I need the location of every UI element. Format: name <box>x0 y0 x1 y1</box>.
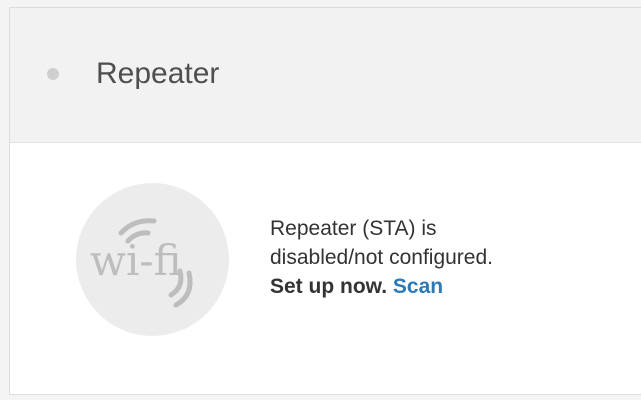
repeater-card: Repeater wi-fi Repeater (STA) is disable… <box>9 7 641 395</box>
status-dot-icon <box>47 68 59 80</box>
wifi-logo-icon: wi-fi <box>76 183 229 336</box>
message-line-1: Repeater (STA) is <box>270 217 437 240</box>
wifi-logo-graphic: wi-fi <box>90 218 193 308</box>
scan-link[interactable]: Scan <box>393 275 443 298</box>
wifi-logo-text: wi-fi <box>90 236 182 285</box>
card-title: Repeater <box>96 57 220 90</box>
call-to-action: Set up now. Scan <box>270 272 493 301</box>
status-message: Repeater (STA) is disabled/not configure… <box>270 214 493 301</box>
card-body: wi-fi Repeater (STA) is disabled/not con… <box>10 143 641 395</box>
card-header: Repeater <box>10 8 641 143</box>
setup-label: Set up now. <box>270 275 388 298</box>
message-line-2: disabled/not configured. <box>270 246 493 269</box>
